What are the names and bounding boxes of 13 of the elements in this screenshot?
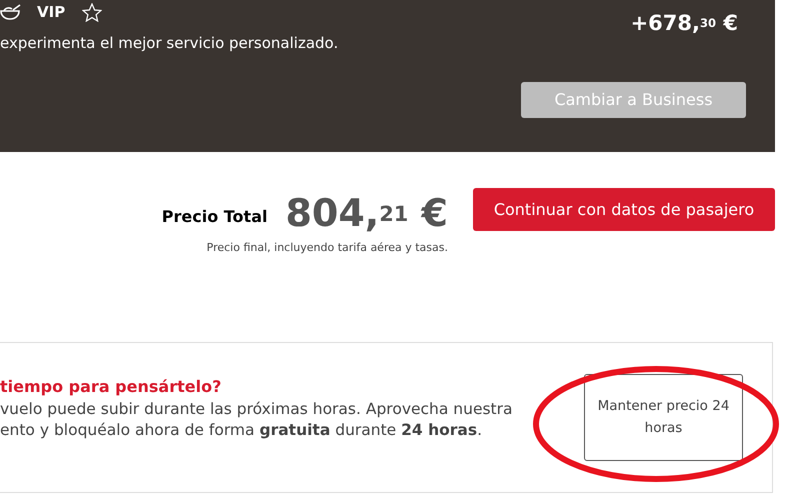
offer-description: ento y bloquéalo ahora de forma gratuita durante 24 horas. xyxy=(0,420,484,440)
price-note: Precio final, incluyendo tarifa aérea y tasas. xyxy=(206,240,448,256)
offer-description: vuelo puede subir durante las próximas horas. Aprovecha nuestra xyxy=(0,398,513,420)
total-price: 804,$^{21}$ € xyxy=(285,194,448,232)
vip-label: VIP xyxy=(37,2,66,23)
offer-title: tiempo para pensártelo? xyxy=(0,376,222,398)
star-icon xyxy=(82,2,102,22)
continue-button[interactable]: Continuar con datos de pasajero xyxy=(473,188,775,231)
bowl-icon xyxy=(0,4,22,20)
total-label: Precio Total xyxy=(162,206,268,228)
upgrade-price: +678,$^{30}$ € xyxy=(630,13,738,34)
vip-description: experimenta el mejor servicio personalizado. xyxy=(0,32,338,54)
hold-price-button[interactable]: Mantener precio 24 horas xyxy=(584,374,743,461)
